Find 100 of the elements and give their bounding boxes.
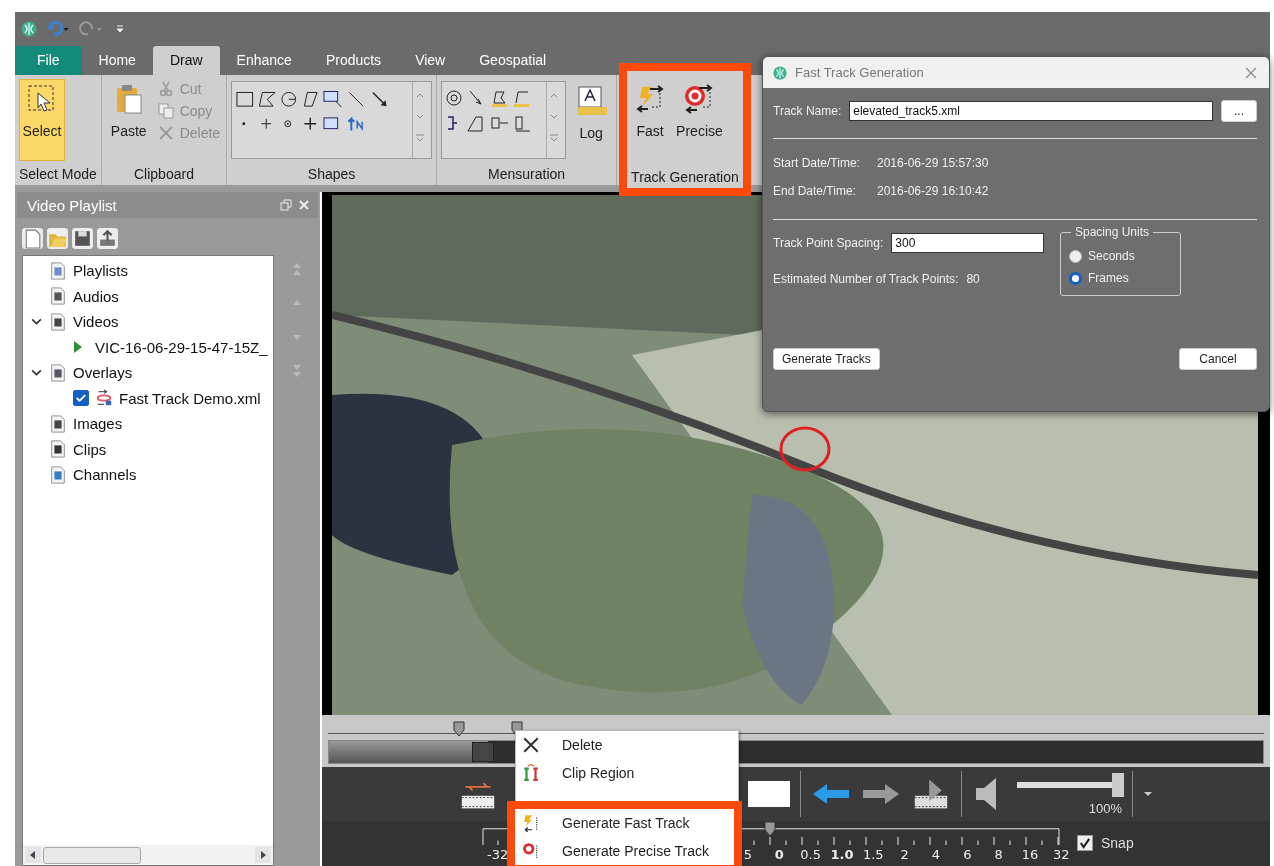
play-icon <box>73 340 83 355</box>
ribbon-tab[interactable]: Products <box>308 46 399 75</box>
menu-item[interactable]: Generate Precise Track <box>516 837 734 865</box>
speed-label: 2 <box>899 847 910 862</box>
chevron-icon[interactable] <box>31 367 42 379</box>
speed-label: 1.5 <box>861 847 885 862</box>
track-button[interactable]: Precise <box>673 79 726 143</box>
target-plane-icon <box>522 842 540 860</box>
field-label: Start Date/Time: <box>773 156 861 170</box>
app-logo-icon <box>21 20 37 37</box>
speed-label: 0.5 <box>799 847 822 862</box>
ribbon-tab[interactable]: View <box>398 46 463 75</box>
log-button[interactable]: Log <box>570 81 613 145</box>
tree-item[interactable]: VIC-16-06-29-15-47-15Z_ <box>95 338 268 356</box>
snap-checkbox[interactable] <box>1077 835 1093 851</box>
speed-label: 1.0 <box>829 847 855 862</box>
tree-item[interactable]: Videos <box>73 313 119 331</box>
ribbon-tab[interactable]: Enhance <box>219 46 309 75</box>
caret-icon[interactable] <box>1143 791 1153 797</box>
timeline-thumb[interactable] <box>471 742 494 762</box>
save-icon[interactable] <box>71 227 94 250</box>
lightning-plane-icon <box>522 814 540 832</box>
speed-label: 16 <box>1020 847 1040 862</box>
chevron-icon[interactable] <box>31 316 42 328</box>
mensuration-gallery[interactable] <box>441 81 567 159</box>
ribbon-tab[interactable]: Geospatial <box>462 46 564 75</box>
group-title: Spacing Units <box>1071 225 1154 239</box>
speed-label: 32 <box>1052 847 1071 862</box>
scroll-thumb[interactable] <box>43 846 141 864</box>
radio-button[interactable] <box>1069 249 1082 263</box>
group-label: Clipboard <box>133 166 195 184</box>
copy-icon <box>157 103 174 119</box>
track-button[interactable]: Fast <box>631 79 670 143</box>
shape-gallery[interactable] <box>231 81 433 159</box>
field-label: End Date/Time: <box>773 184 857 198</box>
checkmark-icon <box>1078 836 1092 850</box>
speed-thumb[interactable] <box>764 821 776 837</box>
ribbon-tab[interactable]: Draw <box>152 46 220 75</box>
group-label: Mensuration <box>487 166 567 184</box>
radio-button[interactable] <box>1069 271 1082 285</box>
speed-label: 0 <box>773 847 785 862</box>
ribbon-tab[interactable]: Home <box>81 46 153 75</box>
tree-item[interactable]: Channels <box>73 466 137 484</box>
scroll-right-icon[interactable] <box>255 847 271 863</box>
menu-item[interactable]: Generate Fast Track <box>516 809 734 837</box>
tree-item[interactable]: Images <box>73 415 123 433</box>
group-label: Track Generation <box>630 169 740 187</box>
menu-item[interactable]: Delete <box>516 731 738 759</box>
new-file-icon[interactable] <box>21 227 44 250</box>
radio-label: Frames <box>1088 271 1129 285</box>
volume-slider[interactable] <box>1017 772 1122 797</box>
export-icon[interactable] <box>96 227 119 250</box>
menu-item[interactable]: Clip Region <box>516 759 738 787</box>
speed-label: 6 <box>962 847 973 862</box>
track-name-field[interactable]: elevated_track5.xml <box>849 101 1213 121</box>
speed-label: -32 <box>486 847 510 862</box>
speed-label: 8 <box>993 847 1004 862</box>
checkbox[interactable] <box>73 390 89 407</box>
track-overlay-icon <box>95 389 113 408</box>
ribbon-tab[interactable]: File <box>15 46 82 75</box>
select-button[interactable]: Select <box>19 79 65 161</box>
tree-item[interactable]: Fast Track Demo.xml <box>119 389 261 407</box>
restore-icon[interactable] <box>280 199 292 211</box>
document-icon <box>49 363 67 382</box>
scissors-icon <box>157 81 174 97</box>
start-time: 2016-06-29 15:57:30 <box>877 156 989 170</box>
x-icon <box>522 736 540 754</box>
speed-label: 5 <box>742 847 754 862</box>
radio-label: Seconds <box>1088 249 1135 263</box>
document-icon <box>49 312 67 331</box>
scroll-left-icon[interactable] <box>25 847 41 863</box>
dialog-title: Fast Track Generation <box>795 65 925 80</box>
close-icon[interactable] <box>1245 66 1257 79</box>
field-label: Track Point Spacing: <box>773 236 884 250</box>
end-time: 2016-06-29 16:10:42 <box>877 184 989 198</box>
range-start-thumb[interactable] <box>453 721 465 737</box>
speed-label: 4 <box>930 847 942 862</box>
x-icon <box>157 125 174 141</box>
document-icon <box>49 287 67 306</box>
estimate-value: 80 <box>966 272 980 286</box>
field-label: Track Name: <box>773 104 842 118</box>
ruler-document-icon <box>575 85 608 117</box>
cancel-button[interactable]: Cancel <box>1179 348 1257 370</box>
undo-icon[interactable] <box>45 20 71 37</box>
target-circle-marker <box>778 425 832 473</box>
browse-button[interactable]: ... <box>1221 100 1257 122</box>
app-logo-icon <box>773 65 787 80</box>
frame-input-field[interactable] <box>748 781 790 807</box>
tree-item[interactable]: Audios <box>73 287 119 305</box>
spacing-field[interactable]: 300 <box>891 233 1045 253</box>
document-icon <box>49 261 67 280</box>
snap-label: Snap <box>1101 835 1134 851</box>
panel-title: Video Playlist <box>27 196 118 214</box>
tree-item[interactable]: Clips <box>73 440 107 458</box>
tree-item[interactable]: Overlays <box>73 364 133 382</box>
paste-button[interactable]: Paste <box>105 79 152 143</box>
field-label: Estimated Number of Track Points: <box>773 272 959 286</box>
tree-item[interactable]: Playlists <box>73 262 128 280</box>
generate-button[interactable]: Generate Tracks <box>773 348 880 370</box>
volume-reading: 100% <box>1088 800 1122 816</box>
